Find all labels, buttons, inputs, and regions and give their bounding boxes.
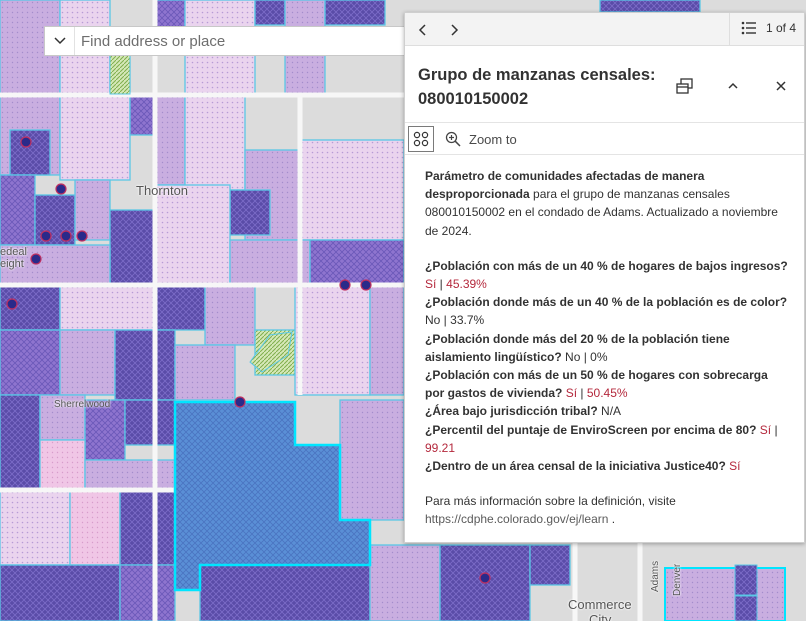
criteria-separator: | — [440, 313, 451, 328]
criteria-separator: | — [436, 277, 447, 292]
pager-count: 1 of 4 — [765, 21, 796, 35]
criteria-item: ¿Población donde más de un 40 % de la po… — [425, 295, 788, 328]
popup-actions: Zoom to — [405, 122, 804, 155]
criteria-answer: N/A — [601, 404, 622, 419]
criteria-list: ¿Población con más de un 40 % de hogares… — [425, 257, 788, 475]
popup-intro: Parámetro de comunidades afectadas de ma… — [425, 169, 778, 238]
previous-feature-button[interactable] — [412, 19, 434, 41]
close-icon — [776, 81, 786, 91]
zoom-to-label: Zoom to — [469, 131, 517, 147]
criteria-item: ¿Área bajo jurisdicción tribal? N/A — [425, 404, 622, 419]
zoom-in-icon — [445, 131, 461, 147]
feature-popup: 1 of 4 Grupo de manzanas censales: 08001… — [404, 12, 805, 543]
grid-icon — [413, 131, 429, 147]
criteria-answer: Sí — [425, 277, 437, 292]
criteria-answer: Sí — [565, 386, 578, 401]
criteria-value: 99.21 — [425, 440, 456, 455]
map-label-denver: Denver — [672, 563, 683, 596]
collapse-button[interactable] — [721, 74, 745, 98]
search-bar — [44, 26, 406, 56]
map-label-federal-heights-2: eight — [0, 258, 24, 270]
dock-icon — [676, 78, 693, 94]
criteria-answer: Sí — [729, 459, 741, 474]
criteria-separator: | — [580, 349, 591, 364]
chevron-right-icon — [451, 24, 459, 36]
map-label-thornton: Thornton — [136, 183, 189, 198]
next-feature-button[interactable] — [443, 19, 465, 41]
chevron-up-icon — [728, 82, 738, 89]
criteria-answer: Sí — [759, 422, 772, 437]
more-info-link[interactable]: https://cdphe.colorado.gov/ej/learn — [425, 512, 608, 526]
popup-navigation: 1 of 4 — [405, 13, 804, 46]
popup-title: Grupo de manzanas censales: 080010150002 — [418, 66, 656, 108]
criteria-item: ¿Percentil del puntaje de EnviroScreen p… — [425, 422, 778, 455]
criteria-value: 0% — [590, 349, 608, 364]
close-button[interactable] — [769, 74, 793, 98]
dock-button[interactable] — [673, 74, 697, 98]
chevron-down-icon — [53, 37, 66, 45]
map-label-commerce-city-2: City — [589, 612, 612, 621]
criteria-item: ¿Población donde más del 20 % de la pobl… — [425, 331, 730, 364]
list-icon — [741, 21, 756, 35]
map-label-federal-heights: edeal — [0, 246, 27, 258]
map-label-adams: Adams — [650, 560, 661, 592]
criteria-value: 50.45% — [586, 386, 628, 401]
popup-content: Parámetro de comunidades afectadas de ma… — [405, 155, 804, 529]
map-label-commerce-city: Commerce — [568, 597, 632, 612]
zoom-to-button[interactable]: Zoom to — [445, 131, 517, 147]
criteria-value: 45.39% — [446, 277, 487, 292]
actions-menu-button[interactable] — [408, 126, 434, 152]
more-info: Para más información sobre la definición… — [425, 494, 676, 527]
search-source-dropdown[interactable] — [45, 27, 75, 55]
search-input[interactable] — [75, 27, 405, 55]
feature-pager[interactable]: 1 of 4 — [728, 13, 796, 46]
criteria-item: ¿Población con más de un 50 % de hogares… — [425, 368, 768, 401]
criteria-answer: No — [565, 349, 581, 364]
criteria-separator: | — [771, 422, 778, 437]
popup-header: Grupo de manzanas censales: 080010150002 — [405, 46, 804, 122]
criteria-item: ¿Población con más de un 40 % de hogares… — [425, 258, 788, 292]
criteria-value: 33.7% — [450, 313, 485, 328]
chevron-left-icon — [418, 24, 426, 36]
criteria-answer: No — [425, 313, 441, 328]
criteria-item: ¿Dentro de un área censal de la iniciati… — [425, 459, 741, 474]
criteria-separator: | — [577, 386, 587, 401]
map-label-sherrelwood: Sherrelwood — [54, 399, 111, 410]
